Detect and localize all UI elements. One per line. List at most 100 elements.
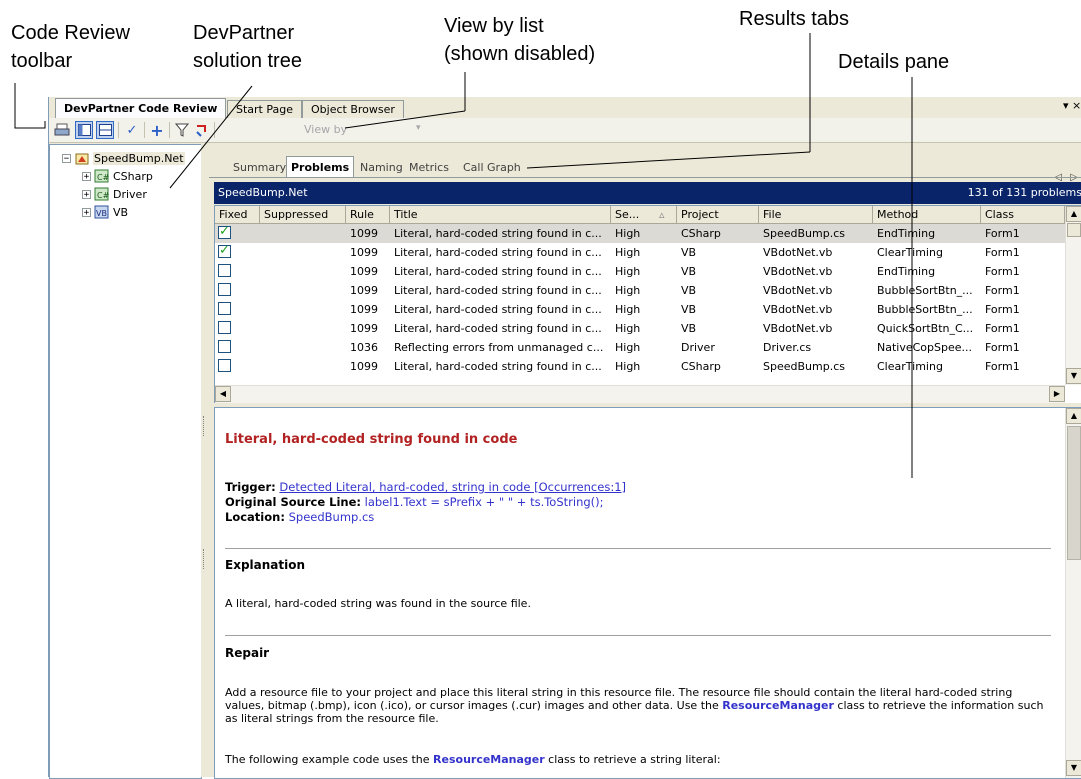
details-title: Literal, hard-coded string found in code <box>225 432 518 447</box>
fixed-checkbox[interactable]: ✓ <box>218 224 231 239</box>
cell-rule: 1099 <box>350 360 378 373</box>
cell-class: Form1 <box>985 284 1020 297</box>
refresh-icon[interactable] <box>192 121 210 139</box>
table-row[interactable]: ✓ 1099 Literal, hard-coded string found in… <box>215 224 1065 243</box>
cell-class: Form1 <box>985 246 1020 259</box>
tab-metrics[interactable]: Metrics <box>405 158 453 177</box>
trigger-link[interactable]: Detected Literal, hard-coded, string in … <box>279 480 626 494</box>
tab-naming[interactable]: Naming <box>356 158 407 177</box>
cell-rule: 1099 <box>350 284 378 297</box>
cell-class: Form1 <box>985 341 1020 354</box>
results-header: SpeedBump.Net 131 of 131 problems <box>214 182 1081 204</box>
problems-grid: Fixed Suppressed Rule Title Se... ▵ Proje… <box>214 205 1081 404</box>
col-title[interactable]: Title <box>390 206 611 223</box>
cell-title: Literal, hard-coded string found in c... <box>394 227 602 240</box>
check-icon[interactable]: ✓ <box>123 121 141 139</box>
results-header-title: SpeedBump.Net <box>218 186 308 199</box>
col-project[interactable]: Project <box>677 206 759 223</box>
table-row[interactable]: 1099 Literal, hard-coded string found in … <box>215 262 1065 281</box>
cell-severity: High <box>615 303 641 316</box>
col-severity[interactable]: Se... ▵ <box>611 206 677 223</box>
cell-title: Literal, hard-coded string found in c... <box>394 322 602 335</box>
table-row[interactable]: 1099 Literal, hard-coded string found in … <box>215 319 1065 338</box>
scroll-down-icon: ▼ <box>1066 760 1081 776</box>
doc-tab-start-page[interactable]: Start Page <box>227 100 302 118</box>
grid-vertical-scrollbar[interactable]: ▲ ▼ <box>1065 206 1081 385</box>
cell-file: VBdotNet.vb <box>763 246 833 259</box>
window-dropdown-icon[interactable]: ▾ <box>1063 99 1069 112</box>
tree-node-driver[interactable]: + C# Driver <box>82 186 147 202</box>
document-tabs: DevPartner Code Review Start Page Object… <box>49 97 1081 119</box>
fixed-checkbox[interactable] <box>218 283 231 296</box>
cell-title: Literal, hard-coded string found in c... <box>394 265 602 278</box>
cell-severity: High <box>615 284 641 297</box>
fixed-checkbox[interactable] <box>218 359 231 372</box>
col-class[interactable]: Class <box>981 206 1065 223</box>
doc-tab-object-browser[interactable]: Object Browser <box>302 100 404 118</box>
cell-severity: High <box>615 341 641 354</box>
grid-horizontal-scrollbar[interactable]: ◀ ▶ <box>215 385 1065 403</box>
col-rule[interactable]: Rule <box>346 206 390 223</box>
table-row[interactable]: 1099 Literal, hard-coded string found in … <box>215 281 1065 300</box>
col-method[interactable]: Method <box>873 206 981 223</box>
tree-pane-icon[interactable] <box>75 121 93 139</box>
cell-file: VBdotNet.vb <box>763 284 833 297</box>
table-row[interactable]: 1099 Literal, hard-coded string found in … <box>215 300 1065 319</box>
cell-rule: 1099 <box>350 265 378 278</box>
cell-severity: High <box>615 322 641 335</box>
table-row[interactable]: ✓ 1099 Literal, hard-coded string found in… <box>215 243 1065 262</box>
fixed-checkbox[interactable] <box>218 264 231 277</box>
tree-node-root[interactable]: − SpeedBump.Net <box>62 150 185 166</box>
split-pane-icon[interactable] <box>96 121 114 139</box>
vertical-splitter[interactable] <box>201 144 209 777</box>
source-line: Original Source Line: label1.Text = sPre… <box>225 495 604 509</box>
scroll-down-icon: ▼ <box>1066 368 1081 384</box>
col-fixed[interactable]: Fixed <box>215 206 260 223</box>
cell-rule: 1099 <box>350 322 378 335</box>
csharp-project-icon: C# <box>94 187 110 201</box>
add-icon[interactable]: + <box>148 121 166 140</box>
cell-project: VB <box>681 246 697 259</box>
details-vertical-scrollbar[interactable]: ▲ ▼ <box>1065 408 1081 778</box>
csharp-project-icon: C# <box>94 169 110 183</box>
repair-heading: Repair <box>225 646 270 660</box>
chevron-down-icon[interactable]: ▾ <box>416 123 421 133</box>
expand-icon[interactable]: + <box>82 189 91 199</box>
doc-tab-code-review[interactable]: DevPartner Code Review <box>55 98 227 119</box>
cell-method: NativeCopSpee... <box>877 341 972 354</box>
cell-severity: High <box>615 360 641 373</box>
fixed-checkbox[interactable] <box>218 321 231 334</box>
fixed-checkbox[interactable] <box>218 340 231 353</box>
explanation-text: A literal, hard-coded string was found i… <box>225 597 531 610</box>
cell-file: VBdotNet.vb <box>763 322 833 335</box>
problem-count: 131 of 131 problems <box>967 186 1081 199</box>
callout-view-by-list: View by list (shown disabled) <box>444 15 596 65</box>
tree-node-csharp[interactable]: + C# CSharp <box>82 168 153 184</box>
col-suppressed[interactable]: Suppressed <box>260 206 346 223</box>
tree-node-vb[interactable]: + VB VB <box>82 204 128 220</box>
tab-problems[interactable]: Problems <box>286 156 355 178</box>
filter-icon[interactable] <box>173 121 191 139</box>
explanation-heading: Explanation <box>225 558 306 572</box>
grid-header: Fixed Suppressed Rule Title Se... ▵ Proje… <box>215 206 1065 224</box>
cell-file: VBdotNet.vb <box>763 303 833 316</box>
print-icon[interactable] <box>53 121 71 139</box>
cell-class: Form1 <box>985 227 1020 240</box>
table-row[interactable]: 1099 Literal, hard-coded string found in … <box>215 357 1065 376</box>
view-by-dropdown[interactable]: View by <box>304 123 347 136</box>
tab-summary[interactable]: Summary <box>229 158 290 177</box>
devpartner-window: DevPartner Code Review Start Page Object… <box>48 97 1081 779</box>
collapse-icon[interactable]: − <box>62 153 71 163</box>
expand-icon[interactable]: + <box>82 171 91 181</box>
tab-call-graph[interactable]: Call Graph <box>459 158 525 177</box>
results-tabs: Summary Problems Naming Metrics Call Gra… <box>209 156 1081 183</box>
table-row[interactable]: 1036 Reflecting errors from unmanaged c..… <box>215 338 1065 357</box>
fixed-checkbox[interactable] <box>218 302 231 315</box>
cell-method: EndTiming <box>877 227 936 240</box>
expand-icon[interactable]: + <box>82 207 91 217</box>
close-icon[interactable]: × <box>1072 99 1081 112</box>
col-file[interactable]: File <box>759 206 873 223</box>
fixed-checkbox[interactable]: ✓ <box>218 243 231 258</box>
callout-results-tabs: Results tabs <box>739 8 850 30</box>
cell-title: Literal, hard-coded string found in c... <box>394 360 602 373</box>
